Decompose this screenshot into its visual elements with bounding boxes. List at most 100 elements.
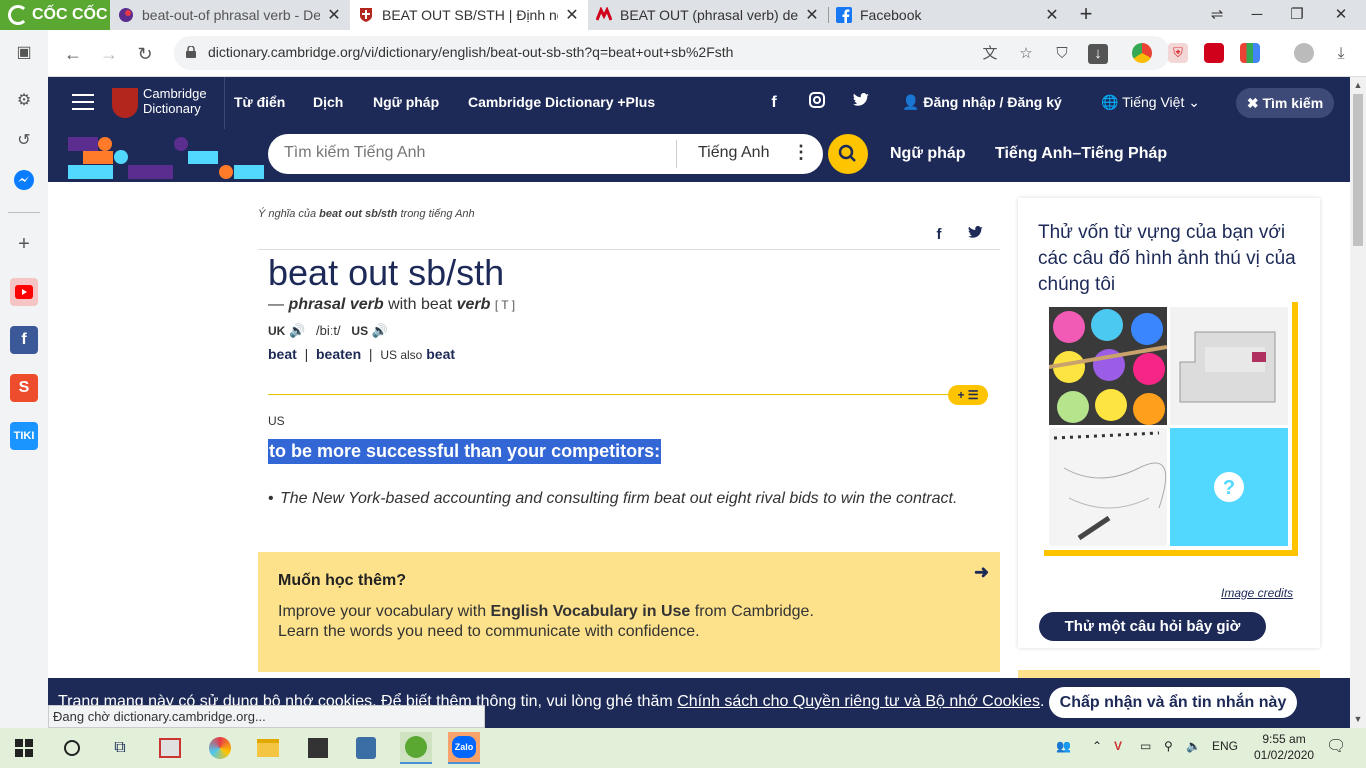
dictionary-selector[interactable]: Tiếng Anh	[698, 144, 769, 162]
forward-button[interactable]: →	[94, 39, 124, 69]
notifications-icon[interactable]: 🗨	[1326, 736, 1346, 756]
people-icon[interactable]: 👥	[1056, 739, 1071, 753]
color-extension-icon[interactable]	[1240, 43, 1260, 63]
tray-chevron-icon[interactable]: ⌃	[1092, 739, 1102, 753]
close-icon: ✖	[1246, 95, 1263, 111]
twitter-icon[interactable]	[850, 92, 872, 114]
youtube-icon[interactable]	[10, 278, 38, 306]
nav-translate[interactable]: Dịch	[313, 94, 343, 110]
bookmark-star-icon[interactable]: ☆	[1016, 44, 1036, 64]
page-scrollbar[interactable]: ▲ ▼	[1350, 77, 1366, 728]
messenger-icon[interactable]	[10, 166, 38, 194]
settings-icon[interactable]: ⚙	[10, 86, 38, 114]
arrow-right-icon[interactable]: ➜	[974, 562, 989, 583]
search-taskbar-icon[interactable]	[56, 732, 88, 764]
login-link[interactable]: 👤 Đăng nhập / Đăng ký	[902, 94, 1062, 111]
task-view-icon[interactable]: ⧉	[104, 732, 136, 764]
downloads-icon[interactable]: ⤓	[1326, 39, 1356, 69]
scroll-up-icon[interactable]: ▲	[1350, 77, 1366, 93]
address-bar[interactable]: dictionary.cambridge.org/vi/dictionary/e…	[174, 36, 1170, 70]
menu-icon[interactable]	[72, 94, 94, 112]
search-button[interactable]	[828, 134, 868, 174]
scroll-thumb[interactable]	[1353, 94, 1363, 246]
close-window-button[interactable]: ✕	[1322, 0, 1360, 30]
english-french-link[interactable]: Tiếng Anh–Tiếng Pháp	[995, 145, 1167, 163]
unikey-icon[interactable]: V	[1114, 739, 1122, 753]
coccoc-menu-button[interactable]: CỐC CỐC	[0, 0, 110, 30]
adblock-icon[interactable]: ⛨	[1168, 43, 1188, 63]
history-icon[interactable]: ↺	[10, 126, 38, 154]
tab-beat-out-phrasal-verb[interactable]: BEAT OUT (phrasal verb) defi ✕	[588, 0, 828, 30]
accept-cookies-button[interactable]: Chấp nhận và ẩn tin nhắn này	[1049, 687, 1297, 718]
quiz-image-grid[interactable]: ?	[1044, 302, 1298, 556]
definition: to be more successful than your competit…	[268, 439, 662, 464]
share-twitter-icon[interactable]	[966, 225, 984, 244]
app-icon-1[interactable]	[154, 732, 186, 764]
wifi-icon[interactable]: ⚲	[1164, 739, 1173, 753]
share-facebook-icon[interactable]: f	[930, 226, 948, 244]
tiki-icon[interactable]: TIKI	[10, 422, 38, 450]
start-button[interactable]	[8, 732, 40, 764]
scroll-down-icon[interactable]: ▼	[1350, 711, 1366, 727]
try-quiz-button[interactable]: Thử một câu hỏi bây giờ	[1039, 612, 1266, 641]
search-icon	[838, 144, 856, 162]
volume-icon[interactable]: 🔈	[1186, 739, 1201, 753]
close-tab-icon[interactable]: ✕	[804, 5, 820, 25]
tab-search-button[interactable]: ⇌	[1198, 0, 1236, 30]
nav-plus[interactable]: Cambridge Dictionary +Plus	[468, 94, 655, 110]
add-to-wordlist-button[interactable]: + ☰	[948, 385, 988, 405]
image-credits-link[interactable]: Image credits	[1221, 586, 1293, 600]
close-tab-icon[interactable]: ✕	[326, 5, 342, 25]
shield-icon[interactable]: ⛉	[1052, 44, 1072, 64]
tab-beat-out-sb-sth[interactable]: BEAT OUT SB/STH | Định nghĩ ✕	[350, 0, 588, 30]
quiz-card: Thử vốn từ vựng của bạn với các câu đố h…	[1018, 198, 1320, 648]
clock[interactable]: 9:55 am 01/02/2020	[1254, 731, 1314, 763]
language-label: Tiếng Việt	[1122, 94, 1185, 110]
grammar-link[interactable]: Ngữ pháp	[890, 145, 966, 163]
facebook-icon[interactable]: f	[763, 92, 785, 114]
profile-avatar[interactable]	[1294, 43, 1314, 63]
coccoc-taskbar-icon[interactable]	[400, 732, 432, 764]
example-sentence: • The New York-based accounting and consu…	[268, 490, 958, 507]
macmillan-favicon-icon	[596, 7, 612, 21]
snipping-tool-icon[interactable]	[350, 732, 382, 764]
new-tab-button[interactable]: +	[1074, 0, 1098, 30]
facebook-panel-icon[interactable]: f	[10, 326, 38, 354]
translate-icon[interactable]: 文	[980, 44, 1000, 64]
nav-dictionary[interactable]: Từ điển	[234, 94, 285, 110]
reload-button[interactable]: ↻	[130, 39, 160, 69]
back-button[interactable]: ←	[58, 39, 88, 69]
privacy-policy-link[interactable]: Chính sách cho Quyền riêng tư và Bộ nhớ …	[677, 693, 1040, 710]
search-input[interactable]	[284, 144, 674, 162]
nav-grammar[interactable]: Ngữ pháp	[373, 94, 439, 110]
paint-app-icon[interactable]	[204, 732, 236, 764]
language-selector[interactable]: 🌐 Tiếng Việt ⌄	[1101, 94, 1200, 111]
sticky-notes-icon[interactable]	[302, 732, 334, 764]
sidebar-toggle-icon[interactable]: ▣	[10, 38, 38, 66]
zalo-icon[interactable]: Zalo	[448, 732, 480, 764]
shopee-icon[interactable]: S	[10, 374, 38, 402]
tab-beat-out-of[interactable]: beat-out-of phrasal verb - De ✕	[110, 0, 350, 30]
battery-icon[interactable]: ▭	[1140, 739, 1151, 753]
site-logo[interactable]: Cambridge Dictionary	[143, 86, 207, 116]
us-audio-icon[interactable]: 🔊	[372, 323, 388, 338]
uk-audio-icon[interactable]: 🔊	[289, 323, 305, 338]
instagram-icon[interactable]	[806, 92, 828, 114]
file-explorer-icon[interactable]	[252, 732, 284, 764]
pronunciation: UK 🔊 /biːt/ US 🔊	[268, 323, 388, 339]
cambridge-shield-icon[interactable]	[112, 88, 138, 118]
close-tab-icon[interactable]: ✕	[564, 5, 580, 25]
input-language[interactable]: ENG	[1212, 739, 1238, 753]
header-search-button[interactable]: ✖ Tìm kiếm	[1236, 88, 1334, 118]
tab-facebook[interactable]: Facebook ✕	[828, 0, 1068, 30]
download-page-icon[interactable]: ↓	[1088, 44, 1108, 64]
restore-button[interactable]: ❐	[1278, 0, 1316, 30]
logo-line2: Dictionary	[143, 101, 201, 116]
add-panel-icon[interactable]: +	[10, 230, 38, 258]
red-extension-icon[interactable]	[1204, 43, 1224, 63]
learn-more-box[interactable]: Muốn học thêm? ➜ Improve your vocabulary…	[258, 552, 1000, 672]
close-tab-icon[interactable]: ✕	[1044, 5, 1060, 25]
minimize-button[interactable]: ─	[1238, 0, 1276, 30]
chrome-ext-icon[interactable]	[1132, 43, 1152, 63]
more-options-icon[interactable]: ⋮	[792, 142, 810, 163]
